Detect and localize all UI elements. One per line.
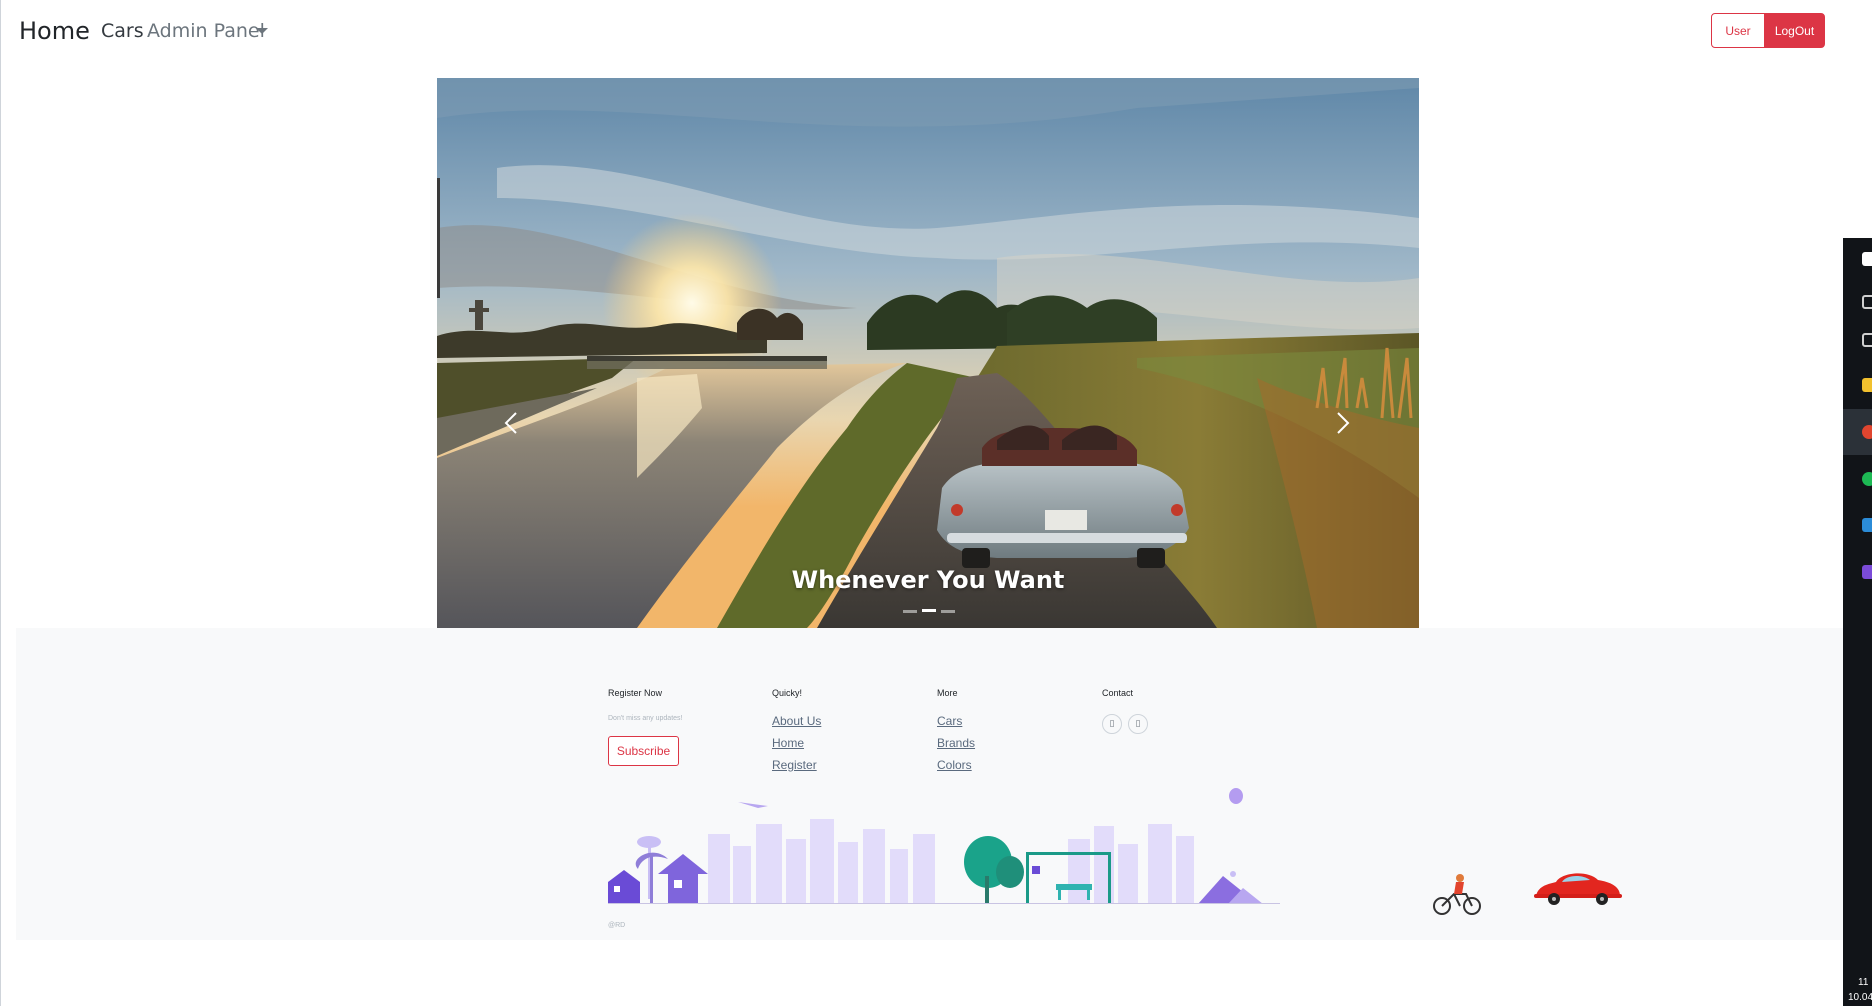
chevron-down-icon[interactable] xyxy=(256,28,268,34)
instagram-icon[interactable]: ▯ xyxy=(1128,714,1148,734)
register-subtitle: Don't miss any updates! xyxy=(608,715,683,722)
city-illustration xyxy=(608,788,1280,904)
cyclist-illustration xyxy=(1433,874,1481,915)
brands-link[interactable]: Brands xyxy=(937,736,1087,750)
taskbar-clock[interactable]: 11 10.04 xyxy=(1848,975,1872,1005)
register-link[interactable]: Register xyxy=(772,758,922,772)
window-edge xyxy=(0,0,1,1006)
carousel-prev-icon[interactable] xyxy=(497,408,527,438)
contact-title: Contact xyxy=(1102,688,1134,698)
footer-register-column: Register Now Don't miss any updates! Sub… xyxy=(608,688,758,766)
navbar: Home Cars Admin Panel User LogOut xyxy=(0,0,1843,62)
hero-image xyxy=(437,78,1419,628)
task-view-icon[interactable] xyxy=(1862,333,1872,347)
page: Home Cars Admin Panel User LogOut Whenev… xyxy=(0,0,1872,1006)
more-title: More xyxy=(937,688,958,698)
taskbar-dark-area xyxy=(1843,238,1872,1006)
facebook-icon[interactable]: ▯ xyxy=(1102,714,1122,734)
nav-admin-panel-dropdown[interactable]: Admin Panel xyxy=(147,20,265,42)
brand-home-link[interactable]: Home xyxy=(19,17,90,45)
carousel-indicator[interactable] xyxy=(903,610,917,613)
vscode-icon[interactable] xyxy=(1862,518,1872,532)
footer: Register Now Don't miss any updates! Sub… xyxy=(16,628,1843,940)
subscribe-button[interactable]: Subscribe xyxy=(608,736,679,766)
cars-link[interactable]: Cars xyxy=(937,714,1087,728)
taskbar xyxy=(1843,0,1872,1006)
clock-date: 10.04 xyxy=(1848,992,1872,1003)
colors-link[interactable]: Colors xyxy=(937,758,1087,772)
about-us-link[interactable]: About Us xyxy=(772,714,922,728)
carousel-indicator[interactable] xyxy=(941,610,955,613)
search-icon[interactable] xyxy=(1862,295,1872,309)
quick-title: Quicky! xyxy=(772,688,803,698)
carousel-next-icon[interactable] xyxy=(1327,408,1357,438)
footer-more-column: More Cars Brands Colors xyxy=(937,688,1087,772)
red-car-illustration xyxy=(1534,873,1622,905)
footer-quick-column: Quicky! About Us Home Register xyxy=(772,688,922,772)
windows-start-icon[interactable] xyxy=(1862,252,1872,266)
user-button[interactable]: User xyxy=(1711,13,1765,48)
carousel-indicator-active[interactable] xyxy=(922,609,936,612)
social-icons: ▯ ▯ xyxy=(1102,714,1252,734)
footer-contact-column: Contact ▯ ▯ xyxy=(1102,688,1252,734)
register-title: Register Now xyxy=(608,688,663,698)
carousel-indicators xyxy=(903,609,955,614)
hero-carousel: Whenever You Want xyxy=(437,78,1419,628)
file-explorer-icon[interactable] xyxy=(1862,378,1872,392)
home-link[interactable]: Home xyxy=(772,736,922,750)
carousel-caption: Whenever You Want xyxy=(791,566,1065,594)
clock-time: 11 xyxy=(1858,977,1869,988)
nav-cars-link[interactable]: Cars xyxy=(101,20,144,42)
chrome-icon[interactable] xyxy=(1862,425,1872,439)
logout-button[interactable]: LogOut xyxy=(1764,13,1825,48)
copyright-text: @RD xyxy=(608,922,626,929)
visual-studio-icon[interactable] xyxy=(1862,565,1872,579)
spotify-icon[interactable] xyxy=(1862,472,1872,486)
